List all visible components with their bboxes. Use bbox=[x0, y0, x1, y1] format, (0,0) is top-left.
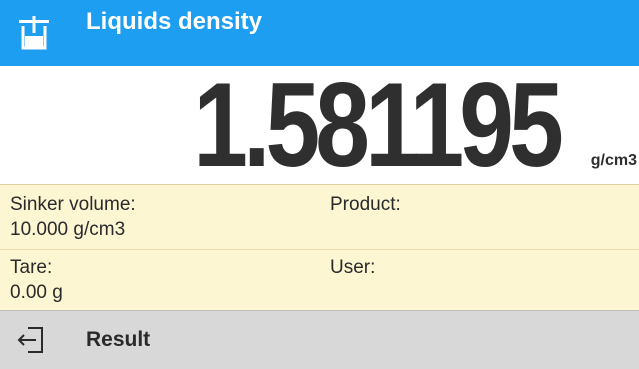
exit-icon[interactable] bbox=[16, 325, 46, 355]
product-label: Product: bbox=[330, 194, 401, 215]
tare-label: Tare: bbox=[10, 257, 53, 278]
user-label: User: bbox=[330, 257, 376, 278]
header-bar: Liquids density bbox=[0, 0, 639, 66]
beaker-balance-icon[interactable] bbox=[14, 10, 54, 56]
info-panel: Sinker volume: 10.000 g/cm3 Product: Tar… bbox=[0, 184, 639, 310]
reading-display: 1.581195 g/cm3 bbox=[0, 58, 639, 192]
reading-unit: g/cm3 bbox=[590, 152, 637, 169]
footer-bar: Result bbox=[0, 310, 639, 369]
info-divider bbox=[0, 249, 639, 250]
page-title: Liquids density bbox=[86, 8, 263, 35]
sinker-volume-value: 10.000 g/cm3 bbox=[10, 219, 126, 240]
sinker-volume-label: Sinker volume: bbox=[10, 194, 136, 215]
tare-value: 0.00 g bbox=[10, 282, 63, 303]
reading-value: 1.581195 bbox=[193, 58, 564, 192]
result-button[interactable]: Result bbox=[86, 328, 150, 352]
